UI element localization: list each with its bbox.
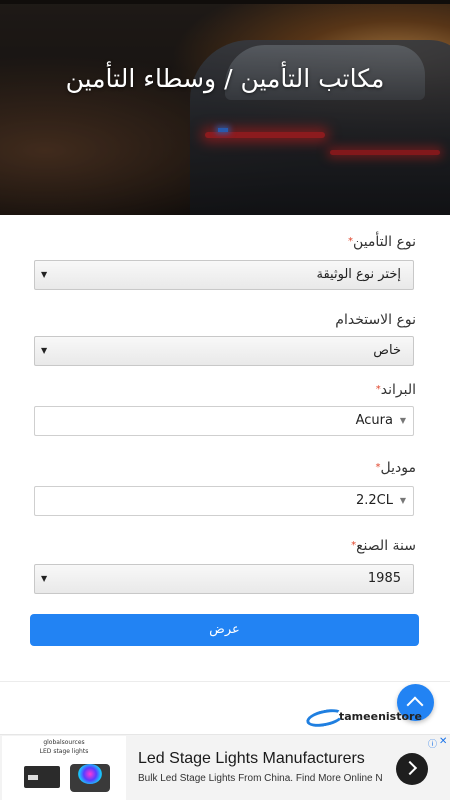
ad-product-light-bar bbox=[24, 766, 60, 788]
dropdown-arrow-icon: ▼ bbox=[41, 270, 48, 279]
hero-overlay bbox=[0, 0, 450, 215]
ad-banner[interactable]: globalsources LED stage lights Led Stage… bbox=[0, 734, 450, 800]
page: مكاتب التأمين / وسطاء التأمين نوع التأمي… bbox=[0, 0, 450, 800]
ad-next-button[interactable] bbox=[396, 753, 428, 785]
usage-type-label: نوع الاستخدام bbox=[335, 312, 416, 328]
chevron-right-icon bbox=[402, 760, 418, 776]
usage-type-select[interactable]: ▼ خاص bbox=[34, 336, 414, 366]
brand-select[interactable]: Acura ▼ bbox=[34, 406, 414, 436]
year-value: 1985 bbox=[367, 571, 401, 586]
usage-type-value: خاص bbox=[373, 343, 401, 358]
year-label: سنة الصنع* bbox=[351, 538, 416, 554]
dropdown-arrow-icon: ▼ bbox=[399, 416, 406, 425]
model-value: 2.2CL bbox=[356, 493, 393, 508]
insurance-type-value: إختر نوع الوثيقة bbox=[316, 267, 401, 282]
dropdown-arrow-icon: ▼ bbox=[41, 346, 48, 355]
ad-title[interactable]: Led Stage Lights Manufacturers bbox=[138, 750, 365, 768]
brand-value: Acura bbox=[355, 413, 393, 428]
year-field: سنة الصنع* ▼ 1985 bbox=[34, 536, 416, 594]
brand-label: البراند* bbox=[375, 382, 416, 398]
model-field: موديل* 2.2CL ▼ bbox=[34, 458, 416, 516]
insurance-type-label: نوع التأمين* bbox=[348, 234, 416, 250]
insurance-type-field: نوع التأمين* ▼ إختر نوع الوثيقة bbox=[34, 232, 416, 290]
info-icon[interactable]: ⓘ bbox=[428, 737, 437, 750]
model-select[interactable]: 2.2CL ▼ bbox=[34, 486, 414, 516]
brand-field: البراند* Acura ▼ bbox=[34, 380, 416, 436]
ad-image-title: LED stage lights bbox=[39, 748, 89, 755]
ad-image[interactable]: globalsources LED stage lights bbox=[2, 736, 126, 800]
insurance-type-select[interactable]: ▼ إختر نوع الوثيقة bbox=[34, 260, 414, 290]
dropdown-arrow-icon: ▼ bbox=[399, 496, 406, 505]
usage-type-field: نوع الاستخدام ▼ خاص bbox=[34, 310, 416, 366]
model-label: موديل* bbox=[375, 460, 416, 476]
logo-text: tameenistore bbox=[339, 710, 422, 723]
divider bbox=[0, 681, 450, 682]
brand-logo[interactable]: tameenistore bbox=[304, 706, 422, 730]
ad-image-brand: globalsources bbox=[43, 739, 85, 746]
ad-description: Bulk Led Stage Lights From China. Find M… bbox=[138, 773, 383, 784]
ad-product-disco-ball bbox=[70, 764, 110, 792]
dropdown-arrow-icon: ▼ bbox=[41, 574, 48, 583]
close-icon[interactable]: ✕ bbox=[439, 736, 447, 747]
page-title: مكاتب التأمين / وسطاء التأمين bbox=[65, 64, 385, 93]
submit-button[interactable]: عرض bbox=[30, 614, 419, 646]
year-select[interactable]: ▼ 1985 bbox=[34, 564, 414, 594]
hero-banner: مكاتب التأمين / وسطاء التأمين bbox=[0, 0, 450, 215]
